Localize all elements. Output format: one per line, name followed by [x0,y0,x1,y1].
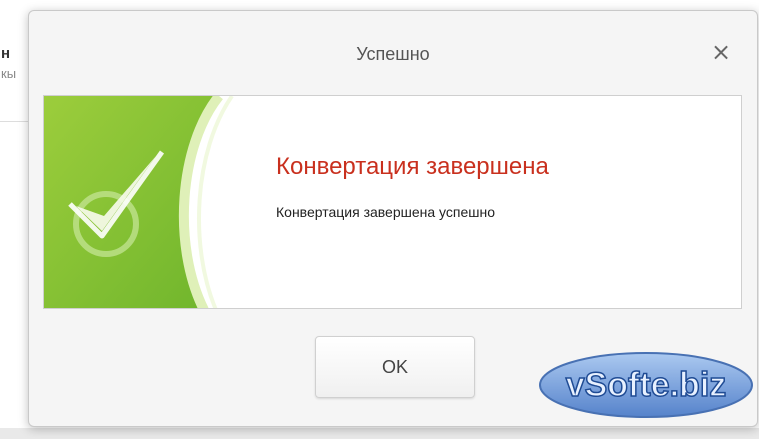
message-panel: Конвертация завершена Конвертация заверш… [43,95,742,309]
dialog-title: Успешно [356,44,430,64]
svg-text:vSofte.biz: vSofte.biz [566,366,727,404]
close-icon[interactable]: × [709,40,733,64]
background-text-fragment: кы [1,66,17,81]
background-text-fragment: н [1,45,11,62]
success-checkmark-icon [44,96,234,308]
message-body: Конвертация завершена успешно [276,204,496,220]
background-bottom-bar [0,428,759,439]
background-divider [0,121,30,122]
message-heading: Конвертация завершена [276,153,549,180]
watermark-logo: vSofte.biz [539,352,753,418]
ok-button[interactable]: OK [315,336,475,398]
